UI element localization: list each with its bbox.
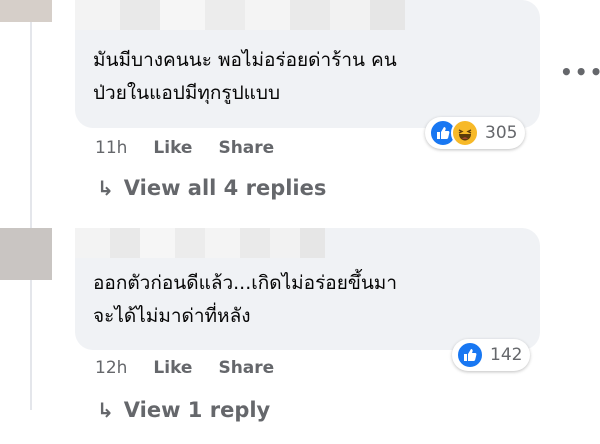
avatar[interactable] [0,228,52,280]
thread-line [30,280,32,410]
reaction-summary[interactable]: 305 [425,117,526,149]
reply-arrow-icon: ↳ [97,398,114,422]
comment-timestamp[interactable]: 11h [95,138,127,158]
view-replies-label: View 1 reply [123,398,271,422]
comment-actions: 11h Like Share [95,138,274,158]
comment-text-line: ออกตัวก่อนดีแล้ว...เกิดไม่อร่อยขึ้นมา [93,272,397,294]
avatar[interactable] [0,0,52,22]
comment-text-line: ป่วยในแอปมีทุกรูปแบบ [93,82,281,104]
thread-line [30,10,32,230]
view-replies-button[interactable]: ↳ View all 4 replies [97,176,326,200]
comment-bubble: ออกตัวก่อนดีแล้ว...เกิดไม่อร่อยขึ้นมา จะ… [75,228,540,350]
share-button[interactable]: Share [218,138,274,158]
view-replies-label: View all 4 replies [123,176,327,200]
comment-timestamp[interactable]: 12h [95,358,127,378]
haha-icon [451,119,479,147]
reaction-count: 142 [490,345,523,365]
comment-bubble: มันมีบางคนนะ พอไม่อร่อยด่าร้าน คน ป่วยใน… [75,0,540,128]
commenter-name-redacted[interactable] [75,0,405,30]
comment-text: มันมีบางคนนะ พอไม่อร่อยด่าร้าน คน ป่วยใน… [93,44,397,110]
reaction-count: 305 [485,123,518,143]
more-options-icon[interactable]: ••• [560,60,600,84]
reaction-summary[interactable]: 142 [452,339,531,371]
view-replies-button[interactable]: ↳ View 1 reply [97,398,270,422]
comment-text-line: จะได้ไม่มาด่าที่หลัง [93,305,251,327]
like-icon [456,341,484,369]
like-button[interactable]: Like [153,358,192,378]
comment-text: ออกตัวก่อนดีแล้ว...เกิดไม่อร่อยขึ้นมา จะ… [93,267,397,333]
comment-actions: 12h Like Share [95,358,274,378]
commenter-name-redacted[interactable] [75,228,325,258]
comment-text-line: มันมีบางคนนะ พอไม่อร่อยด่าร้าน คน [93,49,397,71]
like-button[interactable]: Like [153,138,192,158]
reply-arrow-icon: ↳ [97,176,114,200]
share-button[interactable]: Share [218,358,274,378]
